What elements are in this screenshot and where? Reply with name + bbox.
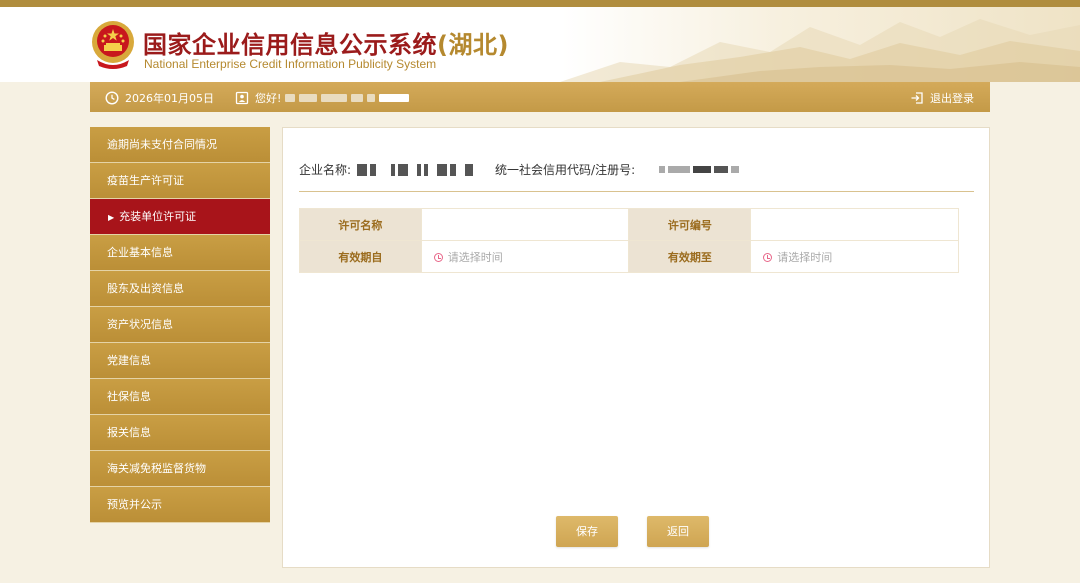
sidebar-item-label: 企业基本信息	[107, 246, 173, 259]
top-accent-bar	[0, 0, 1080, 7]
mountain-landscape-decoration	[560, 19, 1080, 82]
company-name-redacted	[357, 163, 474, 176]
sidebar-item-label: 党建信息	[107, 354, 151, 367]
info-bar: 2026年01月05日 您好! 退出登录	[90, 82, 990, 112]
license-name-label: 许可名称	[299, 208, 422, 241]
clock-icon	[105, 91, 119, 105]
sidebar-item-basic-info[interactable]: 企业基本信息	[90, 235, 270, 271]
section-divider	[299, 191, 974, 192]
valid-to-label: 有效期至	[628, 240, 752, 273]
sidebar-item-label: 疫苗生产许可证	[107, 174, 184, 187]
credit-code-redacted	[641, 166, 740, 173]
greeting-text: 您好!	[255, 92, 282, 105]
valid-to-datepicker[interactable]: 请选择时间	[750, 240, 959, 273]
sidebar-item-label: 逾期尚未支付合同情况	[107, 138, 217, 151]
sidebar-item-label: 股东及出资信息	[107, 282, 184, 295]
sidebar-item-party-building[interactable]: 党建信息	[90, 343, 270, 379]
sidebar-item-filling-unit-license[interactable]: ▶ 充装单位许可证	[90, 199, 270, 235]
logout-icon	[911, 92, 923, 104]
site-title: 国家企业信用信息公示系统(湖北)	[143, 25, 509, 60]
caret-right-icon: ▶	[108, 213, 115, 222]
sidebar-item-label: 海关减免税监督货物	[107, 462, 206, 475]
sidebar-item-customs-tax-exempt[interactable]: 海关减免税监督货物	[90, 451, 270, 487]
sidebar-item-customs-declaration[interactable]: 报关信息	[90, 415, 270, 451]
company-info-row: 企业名称: 统一社会信用代码/注册号:	[299, 161, 740, 178]
date-text: 2026年01月05日	[125, 92, 214, 105]
site-title-main: 国家企业信用信息公示系统	[143, 31, 437, 59]
sidebar-item-label: 充装单位许可证	[119, 210, 197, 223]
sidebar-item-label: 预览并公示	[107, 498, 162, 511]
sidebar-item-shareholders[interactable]: 股东及出资信息	[90, 271, 270, 307]
national-emblem-icon	[92, 21, 134, 69]
site-header: 国家企业信用信息公示系统(湖北) National Enterprise Cre…	[0, 7, 1080, 82]
user-icon	[235, 91, 249, 105]
logout-label: 退出登录	[930, 92, 974, 105]
current-date: 2026年01月05日	[105, 90, 214, 106]
sidebar-item-overdue-contracts[interactable]: 逾期尚未支付合同情况	[90, 127, 270, 163]
sidebar-item-social-insurance[interactable]: 社保信息	[90, 379, 270, 415]
site-title-region: (湖北)	[437, 31, 509, 59]
valid-to-placeholder: 请选择时间	[777, 250, 833, 264]
main-panel: 企业名称: 统一社会信用代码/注册号: 许可名称 许可编号 有效期自 请选择时间…	[282, 127, 990, 568]
valid-from-datepicker[interactable]: 请选择时间	[420, 240, 630, 273]
valid-from-placeholder: 请选择时间	[447, 250, 503, 264]
sidebar-item-label: 报关信息	[107, 426, 151, 439]
license-no-input[interactable]	[750, 208, 959, 241]
sidebar-item-assets[interactable]: 资产状况信息	[90, 307, 270, 343]
company-name-label: 企业名称:	[299, 163, 352, 177]
sidebar-item-preview-publish[interactable]: 预览并公示	[90, 487, 270, 523]
clock-icon	[433, 252, 443, 262]
credit-code-label: 统一社会信用代码/注册号:	[495, 163, 636, 177]
sidebar-item-vaccine-license[interactable]: 疫苗生产许可证	[90, 163, 270, 199]
license-no-label: 许可编号	[628, 208, 752, 241]
back-button[interactable]: 返回	[647, 516, 709, 547]
logout-link[interactable]: 退出登录	[910, 90, 974, 106]
license-name-input[interactable]	[420, 208, 630, 241]
user-greeting: 您好!	[235, 90, 410, 106]
license-form: 许可名称 许可编号 有效期自 请选择时间 有效期至 请选择时间	[299, 208, 959, 273]
sidebar-nav: 逾期尚未支付合同情况 疫苗生产许可证 ▶ 充装单位许可证 企业基本信息 股东及出资…	[90, 127, 270, 523]
sidebar-item-label: 资产状况信息	[107, 318, 173, 331]
site-title-english: National Enterprise Credit Information P…	[144, 57, 437, 71]
sidebar-item-label: 社保信息	[107, 390, 151, 403]
valid-from-label: 有效期自	[299, 240, 422, 273]
clock-icon	[763, 252, 773, 262]
save-button[interactable]: 保存	[556, 516, 618, 547]
